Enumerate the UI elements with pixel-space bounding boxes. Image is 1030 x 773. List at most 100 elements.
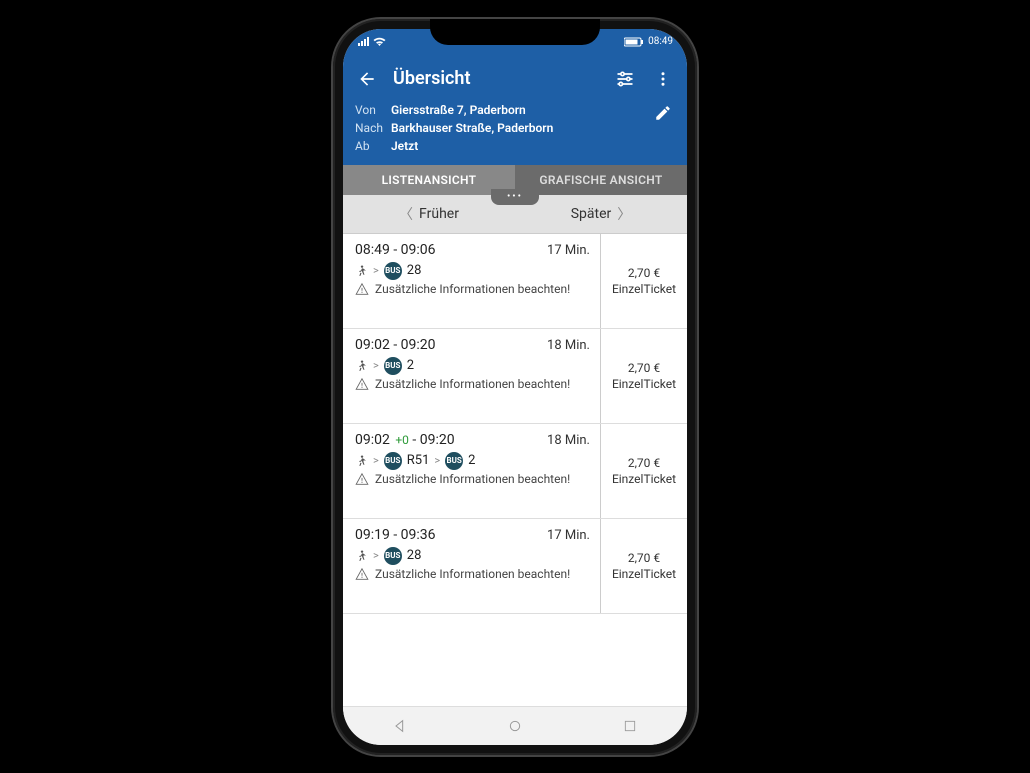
info-note-text: Zusätzliche Informationen beachten!: [375, 472, 570, 487]
phone-frame: 08:49 Übersicht Von Nach: [333, 19, 697, 755]
depart-value: Jetzt: [391, 137, 651, 155]
journey-legs: > BUS R51 > BUS 2: [355, 452, 590, 470]
route-values: Giersstraße 7, Paderborn Barkhauser Stra…: [391, 101, 651, 155]
tab-list-view[interactable]: LISTENANSICHT: [343, 165, 515, 195]
bus-line: 28: [407, 263, 422, 278]
more-menu-icon[interactable]: [651, 67, 675, 91]
duration: 17 Min.: [547, 528, 590, 543]
tab-graphic-view[interactable]: GRAFISCHE ANSICHT: [515, 165, 687, 195]
price: 2,70 €: [628, 361, 660, 375]
walk-icon: [355, 263, 368, 279]
back-arrow-icon[interactable]: [355, 67, 379, 91]
price-column: 2,70 € EinzelTicket: [601, 234, 687, 328]
journey-legs: > BUS 28: [355, 262, 590, 280]
journey-legs: > BUS 2: [355, 357, 590, 375]
ticket-type: EinzelTicket: [612, 472, 676, 486]
time-range: 09:02 - 09:20: [355, 337, 436, 353]
delay-badge: +0: [395, 433, 409, 447]
to-label: Nach: [355, 119, 391, 137]
result-row[interactable]: 09:19 - 09:36 17 Min. > BUS 28 Zusätzliche In…: [343, 519, 687, 614]
drag-handle-icon[interactable]: •••: [491, 189, 539, 205]
info-note: Zusätzliche Informationen beachten!: [355, 567, 590, 582]
chevron-left-icon: 〈: [399, 204, 413, 224]
result-row[interactable]: 08:49 - 09:06 17 Min. > BUS 28 Zusätzliche In…: [343, 234, 687, 329]
result-details: 08:49 - 09:06 17 Min. > BUS 28 Zusätzliche In…: [343, 234, 601, 328]
android-nav-bar: [343, 706, 687, 745]
duration: 17 Min.: [547, 243, 590, 258]
results-list[interactable]: 08:49 - 09:06 17 Min. > BUS 28 Zusätzliche In…: [343, 234, 687, 706]
edit-icon[interactable]: [651, 101, 675, 125]
bus-icon: BUS: [445, 452, 463, 470]
battery-icon: [624, 37, 644, 47]
price-column: 2,70 € EinzelTicket: [601, 519, 687, 613]
info-note-text: Zusätzliche Informationen beachten!: [375, 377, 570, 392]
status-time: 08:49: [648, 36, 673, 47]
bus-line: 28: [407, 548, 422, 563]
warning-icon: [355, 472, 369, 486]
later-button[interactable]: Später 〉: [515, 195, 687, 233]
walk-icon: [355, 548, 368, 564]
info-note: Zusätzliche Informationen beachten!: [355, 472, 590, 487]
from-value: Giersstraße 7, Paderborn: [391, 101, 651, 119]
bus-line: 2: [468, 453, 475, 468]
result-details: 09:02 +0 - 09:20 18 Min. > BUS R51 > BUS 2 Zusät…: [343, 424, 601, 518]
price: 2,70 €: [628, 456, 660, 470]
time-range: 09:19 - 09:36: [355, 527, 436, 543]
info-note: Zusätzliche Informationen beachten!: [355, 282, 590, 297]
bus-line: R51: [407, 453, 430, 468]
nav-back-icon[interactable]: [391, 717, 409, 735]
warning-icon: [355, 377, 369, 391]
chevron-right-icon: >: [373, 454, 379, 467]
chevron-right-icon: >: [434, 454, 440, 467]
bus-icon: BUS: [384, 452, 402, 470]
wifi-icon: [373, 37, 386, 47]
earlier-button[interactable]: 〈 Früher: [343, 195, 515, 233]
chevron-right-icon: >: [373, 264, 379, 277]
duration: 18 Min.: [547, 433, 590, 448]
route-labels: Von Nach Ab: [355, 101, 391, 155]
result-details: 09:02 - 09:20 18 Min. > BUS 2 Zusätzliche Inf…: [343, 329, 601, 423]
time-range: 09:02 +0 - 09:20: [355, 432, 455, 448]
from-label: Von: [355, 101, 391, 119]
bus-icon: BUS: [384, 357, 402, 375]
page-title: Übersicht: [393, 68, 599, 89]
info-note-text: Zusätzliche Informationen beachten!: [375, 282, 570, 297]
nav-home-icon[interactable]: [506, 717, 524, 735]
info-note-text: Zusätzliche Informationen beachten!: [375, 567, 570, 582]
screen: 08:49 Übersicht Von Nach: [343, 29, 687, 745]
walk-icon: [355, 358, 368, 374]
phone-notch: [430, 19, 600, 45]
bus-line: 2: [407, 358, 414, 373]
bus-icon: BUS: [384, 262, 402, 280]
journey-legs: > BUS 28: [355, 547, 590, 565]
chevron-right-icon: >: [373, 549, 379, 562]
bus-icon: BUS: [384, 547, 402, 565]
signal-icon: [357, 37, 369, 47]
ticket-type: EinzelTicket: [612, 377, 676, 391]
walk-icon: [355, 453, 368, 469]
warning-icon: [355, 282, 369, 296]
ticket-type: EinzelTicket: [612, 282, 676, 296]
to-value: Barkhauser Straße, Paderborn: [391, 119, 651, 137]
depart-label: Ab: [355, 137, 391, 155]
warning-icon: [355, 567, 369, 581]
result-details: 09:19 - 09:36 17 Min. > BUS 28 Zusätzliche In…: [343, 519, 601, 613]
ticket-type: EinzelTicket: [612, 567, 676, 581]
result-row[interactable]: 09:02 - 09:20 18 Min. > BUS 2 Zusätzliche Inf…: [343, 329, 687, 424]
price: 2,70 €: [628, 551, 660, 565]
app-header: Übersicht Von Nach Ab Giersstraße 7, Pad…: [343, 55, 687, 165]
result-row[interactable]: 09:02 +0 - 09:20 18 Min. > BUS R51 > BUS 2 Zusät…: [343, 424, 687, 519]
duration: 18 Min.: [547, 338, 590, 353]
filter-icon[interactable]: [613, 67, 637, 91]
info-note: Zusätzliche Informationen beachten!: [355, 377, 590, 392]
earlier-label: Früher: [419, 206, 459, 222]
later-label: Später: [571, 206, 612, 222]
chevron-right-icon: 〉: [617, 204, 631, 224]
price: 2,70 €: [628, 266, 660, 280]
price-column: 2,70 € EinzelTicket: [601, 329, 687, 423]
chevron-right-icon: >: [373, 359, 379, 372]
time-range: 08:49 - 09:06: [355, 242, 436, 258]
price-column: 2,70 € EinzelTicket: [601, 424, 687, 518]
nav-recent-icon[interactable]: [621, 717, 639, 735]
paging-bar: ••• 〈 Früher Später 〉: [343, 195, 687, 234]
